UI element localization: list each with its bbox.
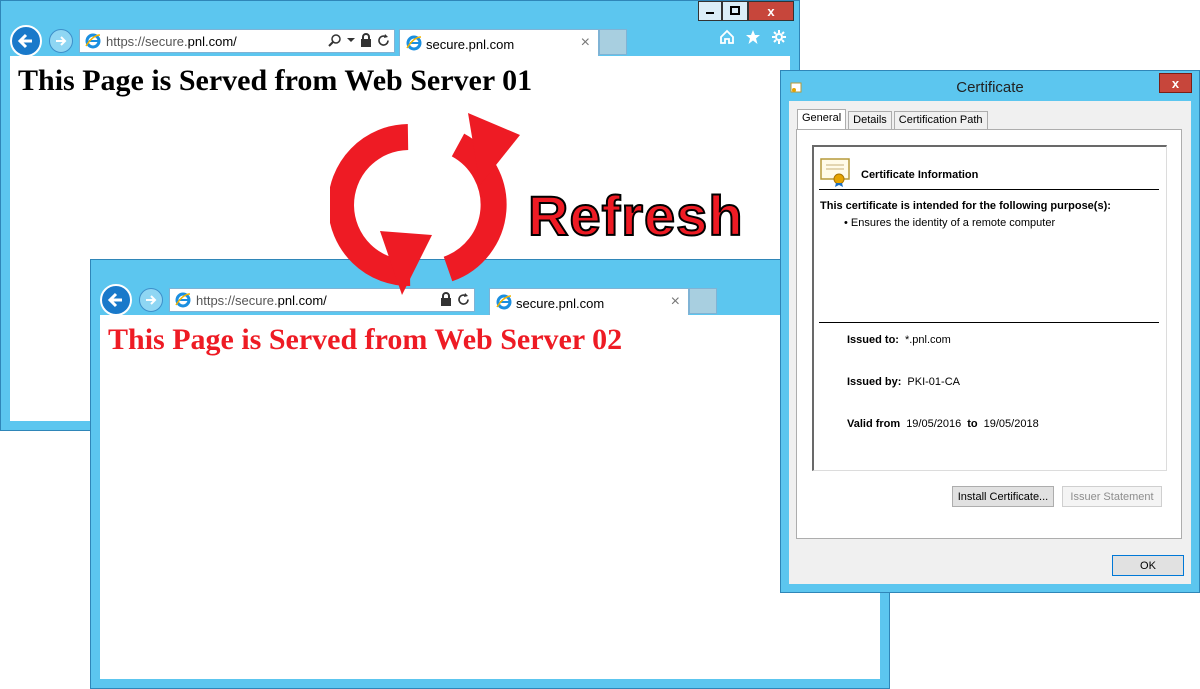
home-icon[interactable] [719, 29, 735, 45]
ie-logo-icon [406, 35, 422, 51]
tab-close-icon[interactable]: × [581, 34, 590, 52]
certificate-info-header: Certificate Information [819, 155, 1159, 190]
refresh-icon[interactable] [377, 33, 390, 47]
forward-arrow-icon [56, 36, 67, 46]
favorites-star-icon[interactable] [745, 29, 761, 45]
refresh-cycle-arrows-icon [330, 113, 520, 295]
minimize-button[interactable] [698, 1, 722, 21]
close-icon: x [767, 3, 775, 19]
url-text: https://secure.pnl.com/ [196, 293, 327, 308]
tab-general[interactable]: General [797, 109, 847, 129]
url-text: https://secure.pnl.com/ [106, 34, 237, 49]
certificate-dialog: Certificate x General Details Certificat… [780, 70, 1200, 593]
close-button[interactable]: x [748, 1, 794, 21]
page-heading: This Page is Served from Web Server 02 [108, 323, 623, 356]
divider [819, 322, 1159, 323]
back-arrow-icon [17, 33, 32, 49]
dialog-body: General Details Certification Path Certi… [789, 101, 1191, 584]
issued-to-row: Issued to: *.pnl.com [847, 334, 951, 346]
address-bar[interactable]: https://secure.pnl.com/ [79, 29, 395, 53]
valid-from-label: Valid from [847, 418, 901, 430]
refresh-label: Refresh [527, 183, 744, 248]
browser-window-server-02: https://secure.pnl.com/ secure.pnl.com ×… [90, 259, 890, 689]
forward-button[interactable] [139, 288, 163, 312]
minimize-icon [706, 12, 714, 14]
issuer-statement-button[interactable]: Issuer Statement [1062, 486, 1162, 507]
issued-to-label: Issued to: [847, 334, 899, 346]
dialog-titlebar: Certificate x [781, 71, 1199, 101]
tab-details[interactable]: Details [848, 111, 892, 129]
settings-gear-icon[interactable] [771, 29, 787, 45]
certificate-info-title: Certificate Information [861, 169, 979, 181]
dialog-close-button[interactable]: x [1159, 73, 1192, 93]
back-arrow-icon [107, 292, 122, 308]
ok-button[interactable]: OK [1112, 555, 1184, 576]
issued-by-row: Issued by: PKI-01-CA [847, 376, 960, 388]
maximize-icon [730, 6, 740, 15]
ie-logo-icon [175, 292, 191, 308]
dialog-tabs: General Details Certification Path [797, 109, 990, 129]
purpose-item: • Ensures the identity of a remote compu… [844, 217, 1056, 229]
ie-logo-icon [85, 33, 101, 49]
forward-button[interactable] [49, 29, 73, 53]
back-button[interactable] [10, 25, 42, 57]
issued-to-value: *.pnl.com [904, 334, 951, 346]
search-icon[interactable] [328, 33, 342, 47]
install-certificate-button[interactable]: Install Certificate... [952, 486, 1054, 507]
issued-by-value: PKI-01-CA [907, 376, 960, 388]
certificate-icon [820, 158, 850, 187]
page-heading: This Page is Served from Web Server 01 [18, 64, 533, 97]
tab-panel-general: Certificate Information This certificate… [796, 129, 1182, 539]
validity-row: Valid from 19/05/2016 to 19/05/2018 [847, 418, 1039, 430]
dialog-title: Certificate [956, 79, 1024, 96]
browser-tab[interactable]: secure.pnl.com × [399, 29, 599, 56]
maximize-button[interactable] [722, 1, 748, 21]
page-content: This Page is Served from Web Server 02 [100, 315, 880, 679]
valid-to-label: to [967, 418, 978, 430]
issued-by-label: Issued by: [847, 376, 902, 388]
tab-certification-path[interactable]: Certification Path [893, 111, 988, 129]
dropdown-icon[interactable] [347, 36, 355, 44]
valid-from-value: 19/05/2016 [906, 418, 962, 430]
new-tab-button[interactable] [689, 288, 717, 314]
close-icon: x [1171, 75, 1180, 91]
new-tab-button[interactable] [599, 29, 627, 55]
purpose-heading: This certificate is intended for the fol… [820, 200, 1111, 212]
valid-to-value: 19/05/2018 [983, 418, 1039, 430]
forward-arrow-icon [146, 295, 157, 305]
back-button[interactable] [100, 284, 132, 316]
tab-title: secure.pnl.com [426, 37, 515, 52]
lock-icon[interactable] [360, 33, 372, 47]
certificate-info-box: Certificate Information This certificate… [812, 145, 1167, 471]
tab-close-icon[interactable]: × [671, 293, 680, 311]
